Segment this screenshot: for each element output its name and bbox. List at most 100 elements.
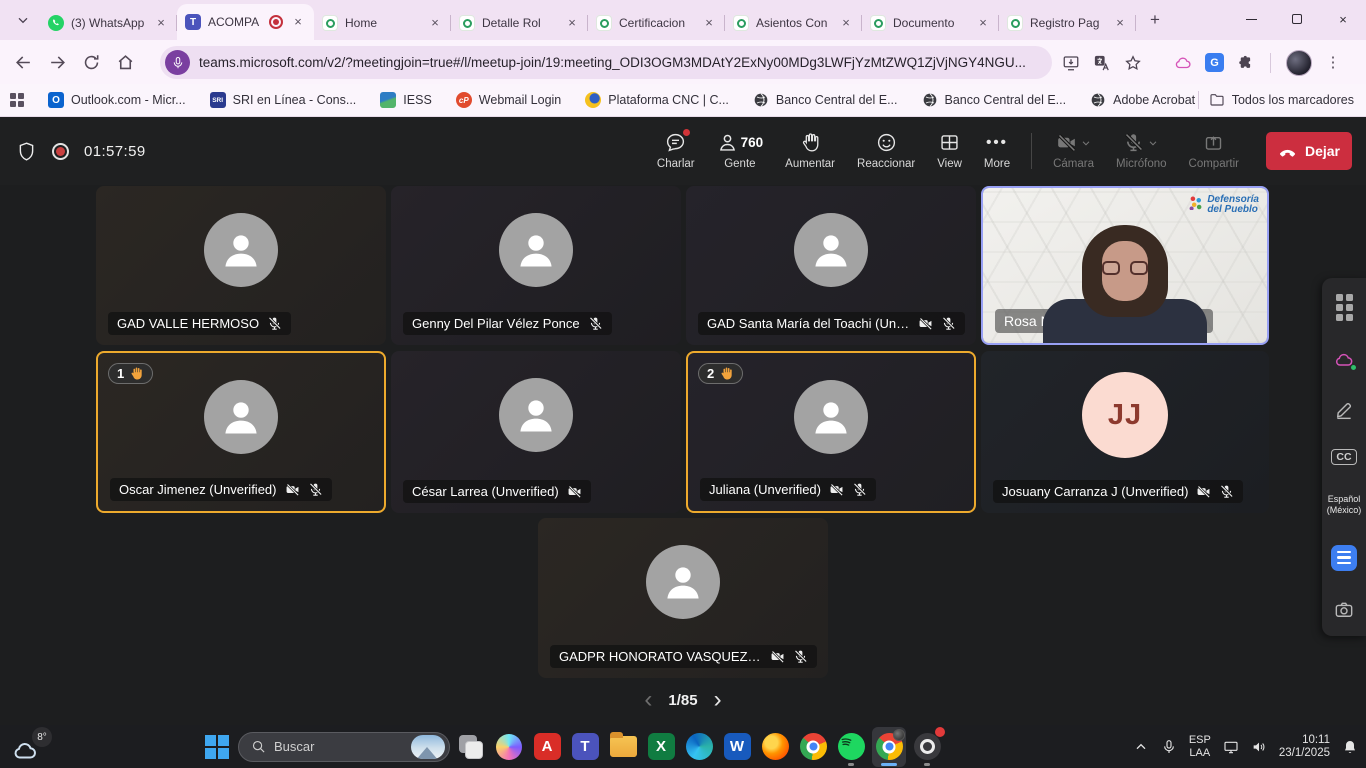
- panel-captions-button[interactable]: CC: [1331, 449, 1356, 465]
- bookmark-banco-central-1[interactable]: Banco Central del E...: [753, 92, 898, 108]
- excel-button[interactable]: [644, 727, 678, 767]
- mic-options-chevron-icon[interactable]: [1147, 137, 1159, 149]
- people-button[interactable]: 760 Gente: [706, 132, 775, 170]
- participant-tile-hand-raised[interactable]: 1 Oscar Jimenez (Unverified): [96, 351, 386, 513]
- participant-tile[interactable]: GAD Santa María del Toachi (Unverifi...: [686, 186, 976, 345]
- taskbar-search[interactable]: Buscar: [238, 732, 450, 762]
- browser-menu-icon[interactable]: ⋮: [1325, 60, 1341, 65]
- extensions-puzzle-icon[interactable]: [1237, 54, 1255, 72]
- tab-documento[interactable]: Documento ×: [862, 6, 999, 40]
- panel-cloud-icon[interactable]: [1334, 350, 1354, 370]
- close-tab-icon[interactable]: ×: [564, 15, 580, 31]
- teams-app-button[interactable]: [568, 727, 602, 767]
- tray-expand-chevron-icon[interactable]: [1133, 739, 1149, 755]
- back-icon[interactable]: [6, 45, 40, 79]
- bookmark-banco-central-2[interactable]: Banco Central del E...: [922, 92, 1067, 108]
- spotify-button[interactable]: [834, 727, 868, 767]
- participant-tile[interactable]: JJ Josuany Carranza J (Unverified): [981, 351, 1269, 513]
- tray-microphone-icon[interactable]: [1161, 739, 1177, 755]
- close-tab-icon[interactable]: ×: [975, 15, 991, 31]
- close-tab-icon[interactable]: ×: [153, 15, 169, 31]
- camera-options-chevron-icon[interactable]: [1080, 137, 1092, 149]
- all-bookmarks-button[interactable]: Todos los marcadores: [1209, 92, 1354, 108]
- panel-apps-grid-icon[interactable]: [1336, 294, 1353, 321]
- taskbar-weather-widget[interactable]: 8°: [10, 727, 58, 766]
- copilot-button[interactable]: [492, 727, 526, 767]
- leave-button[interactable]: Dejar: [1266, 132, 1352, 170]
- tab-search-icon[interactable]: [10, 7, 36, 33]
- reload-icon[interactable]: [74, 45, 108, 79]
- bookmark-webmail[interactable]: Webmail Login: [456, 92, 561, 108]
- panel-transcript-button[interactable]: [1331, 545, 1357, 571]
- firefox-button[interactable]: [758, 727, 792, 767]
- address-bar[interactable]: teams.microsoft.com/v2/?meetingjoin=true…: [160, 46, 1052, 79]
- tab-asientos[interactable]: Asientos Con ×: [725, 6, 862, 40]
- close-tab-icon[interactable]: ×: [701, 15, 717, 31]
- tab-certificacion[interactable]: Certificacion ×: [588, 6, 725, 40]
- word-button[interactable]: [720, 727, 754, 767]
- tab-registro-pago[interactable]: Registro Pag ×: [999, 6, 1136, 40]
- camera-button[interactable]: Cámara: [1042, 132, 1105, 170]
- translate-extension-icon[interactable]: G: [1205, 53, 1224, 72]
- close-tab-icon[interactable]: ×: [427, 15, 443, 31]
- profile-avatar[interactable]: [1286, 50, 1312, 76]
- close-tab-icon[interactable]: ×: [838, 15, 854, 31]
- file-explorer-button[interactable]: [606, 727, 640, 767]
- bookmark-adobe[interactable]: Adobe Acrobat: [1090, 92, 1195, 108]
- chrome-button[interactable]: [796, 727, 830, 767]
- new-tab-button[interactable]: +: [1142, 7, 1168, 33]
- weather-extension-icon[interactable]: [1174, 54, 1192, 72]
- tray-display-icon[interactable]: [1223, 739, 1239, 755]
- home-icon[interactable]: [108, 45, 142, 79]
- bookmark-outlook[interactable]: Outlook.com - Micr...: [48, 92, 186, 108]
- react-button[interactable]: Reaccionar: [846, 132, 926, 170]
- task-view-button[interactable]: [454, 727, 488, 767]
- bookmark-iess[interactable]: IESS: [380, 92, 432, 108]
- more-button[interactable]: ••• More: [973, 132, 1021, 170]
- obs-button[interactable]: [910, 727, 944, 767]
- start-button[interactable]: [200, 727, 234, 767]
- window-minimize-button[interactable]: [1228, 0, 1274, 38]
- tab-home[interactable]: Home ×: [314, 6, 451, 40]
- panel-highlighter-icon[interactable]: [1334, 400, 1354, 420]
- pager-next-icon[interactable]: ›: [714, 690, 722, 710]
- tab-whatsapp[interactable]: (3) WhatsApp ×: [40, 6, 177, 40]
- apps-grid-icon[interactable]: [10, 93, 24, 107]
- close-tab-icon[interactable]: ×: [1112, 15, 1128, 31]
- translate-page-icon[interactable]: [1093, 54, 1111, 72]
- mic-button[interactable]: Micrófono: [1105, 132, 1178, 170]
- keyboard-language-indicator[interactable]: ESPLAA: [1189, 734, 1211, 759]
- panel-language-label[interactable]: Español(México): [1327, 494, 1362, 515]
- participant-tile[interactable]: GAD VALLE HERMOSO: [96, 186, 386, 345]
- chrome-active-button[interactable]: [872, 727, 906, 767]
- mic-in-use-icon[interactable]: [165, 50, 190, 75]
- edge-button[interactable]: [682, 727, 716, 767]
- url-text[interactable]: teams.microsoft.com/v2/?meetingjoin=true…: [199, 55, 1040, 70]
- bookmark-cnc[interactable]: Plataforma CNC | C...: [585, 92, 729, 108]
- participant-tile[interactable]: GADPR HONORATO VASQUEZ LIC. VI...: [538, 518, 828, 678]
- participant-tile[interactable]: César Larrea (Unverified): [391, 351, 681, 513]
- bookmark-star-icon[interactable]: [1124, 54, 1142, 72]
- participant-tile-hand-raised[interactable]: 2 Juliana (Unverified): [686, 351, 976, 513]
- tray-volume-icon[interactable]: [1251, 739, 1267, 755]
- close-tab-icon[interactable]: ×: [290, 14, 306, 30]
- forward-icon[interactable]: [40, 45, 74, 79]
- raise-hand-button[interactable]: Aumentar: [774, 132, 846, 170]
- participant-tile-active-speaker[interactable]: Defensoríadel Pueblo Rosa Nancy Andrade …: [981, 186, 1269, 345]
- panel-screenshot-button[interactable]: [1334, 600, 1354, 620]
- window-maximize-button[interactable]: [1274, 0, 1320, 38]
- view-button[interactable]: View: [926, 132, 973, 170]
- window-close-button[interactable]: ×: [1320, 0, 1366, 38]
- pager-previous-icon[interactable]: ‹: [644, 690, 652, 710]
- notifications-bell-icon[interactable]: [1342, 739, 1358, 755]
- share-button[interactable]: Compartir: [1178, 132, 1250, 170]
- tab-teams-meeting[interactable]: ACOMPA ×: [177, 4, 314, 40]
- acrobat-button[interactable]: [530, 727, 564, 767]
- chat-button[interactable]: Charlar: [646, 132, 706, 170]
- bookmark-sri[interactable]: SRI en Línea - Cons...: [210, 92, 357, 108]
- search-daily-image[interactable]: [411, 735, 445, 759]
- participant-tile[interactable]: Genny Del Pilar Vélez Ponce: [391, 186, 681, 345]
- taskbar-clock[interactable]: 10:11 23/1/2025: [1279, 734, 1330, 760]
- tab-detalle-rol[interactable]: Detalle Rol ×: [451, 6, 588, 40]
- install-app-icon[interactable]: [1062, 54, 1080, 72]
